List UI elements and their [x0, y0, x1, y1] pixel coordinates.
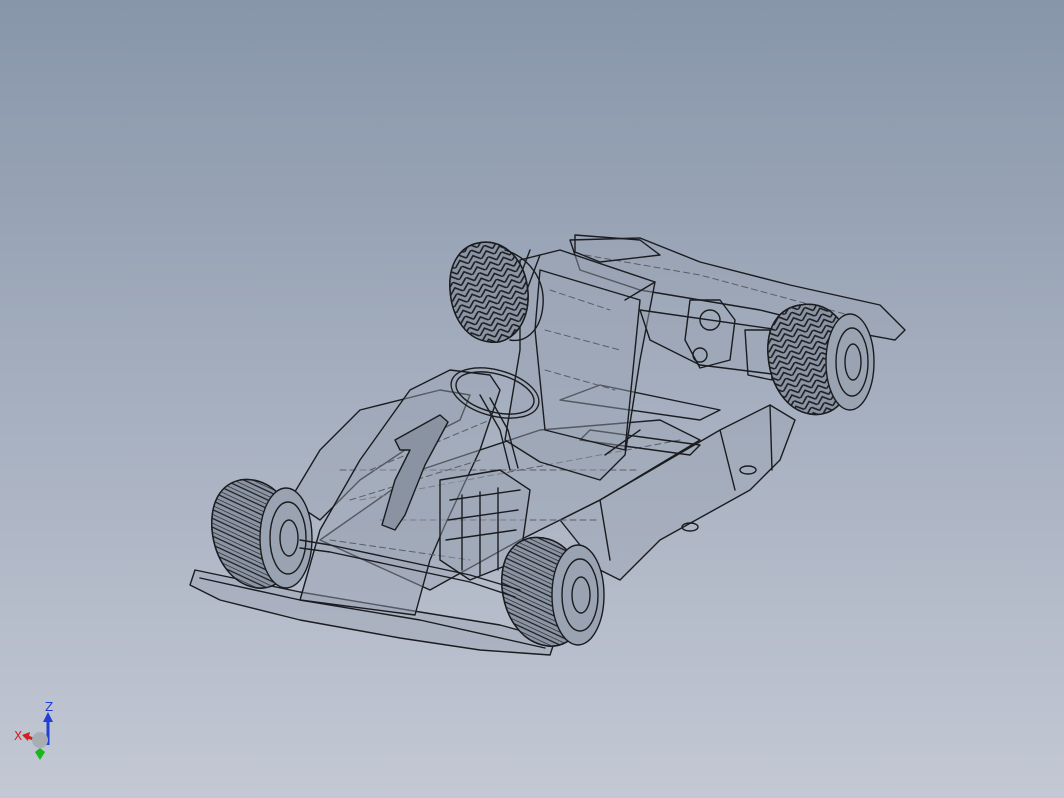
x-axis-label: X — [14, 729, 23, 743]
z-axis-label: Z — [45, 700, 54, 714]
graphics-viewport[interactable]: 1 — [0, 0, 1064, 798]
kart-model-view[interactable]: 1 — [0, 0, 1064, 798]
y-axis-arrowhead — [35, 748, 45, 760]
coordinate-triad: Z X — [10, 700, 70, 766]
rear-right-wheel[interactable] — [767, 303, 875, 416]
triad-origin — [32, 732, 48, 748]
x-axis-arrowhead — [22, 732, 30, 741]
